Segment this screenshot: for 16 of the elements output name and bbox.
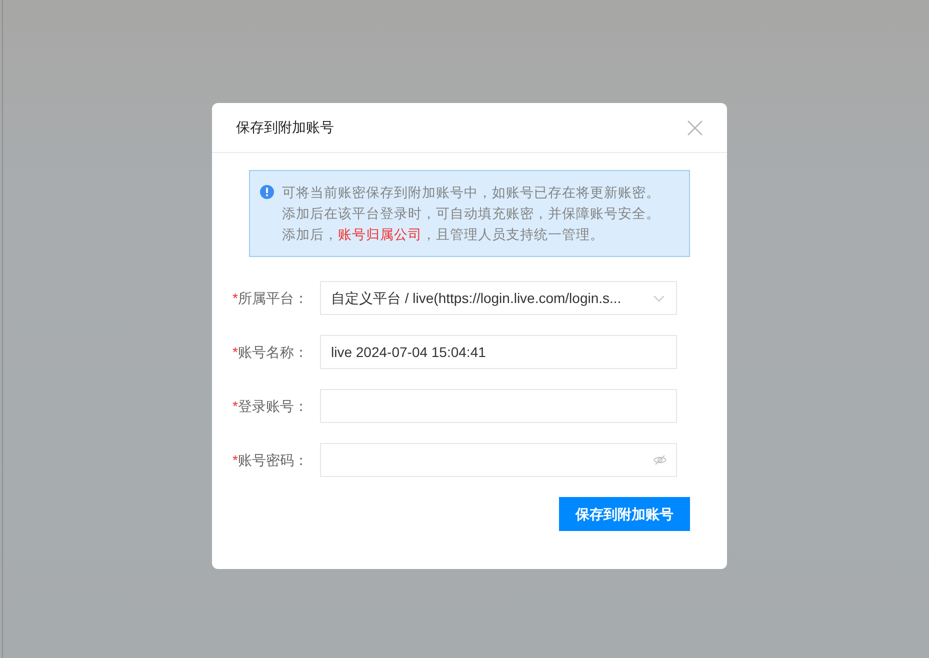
input-field[interactable]: [320, 389, 677, 423]
field-label: *登录账号：: [232, 396, 309, 416]
info-icon: [260, 185, 274, 199]
notice-text: 添加后在该平台登录时，可自动填充账密，并保障账号安全。: [282, 205, 660, 223]
password-field[interactable]: [320, 443, 677, 477]
input-field[interactable]: live 2024-07-04 15:04:41: [320, 335, 677, 369]
field-label: *账号名称：: [232, 342, 309, 362]
field-label: *所属平台：: [232, 288, 309, 308]
save-button[interactable]: 保存到附加账号: [559, 497, 690, 531]
dialog-title: 保存到附加账号: [236, 118, 334, 137]
notice-text: 添加后，账号归属公司，且管理人员支持统一管理。: [282, 226, 605, 244]
platform-select[interactable]: 自定义平台 / live(https://login.live.com/login.s...: [320, 281, 677, 315]
field-label: *账号密码：: [232, 450, 309, 470]
eye-off-icon[interactable]: [653, 453, 667, 467]
notice-text: 可将当前账密保存到附加账号中，如账号已存在将更新账密。: [282, 184, 660, 202]
close-icon[interactable]: [687, 120, 703, 136]
